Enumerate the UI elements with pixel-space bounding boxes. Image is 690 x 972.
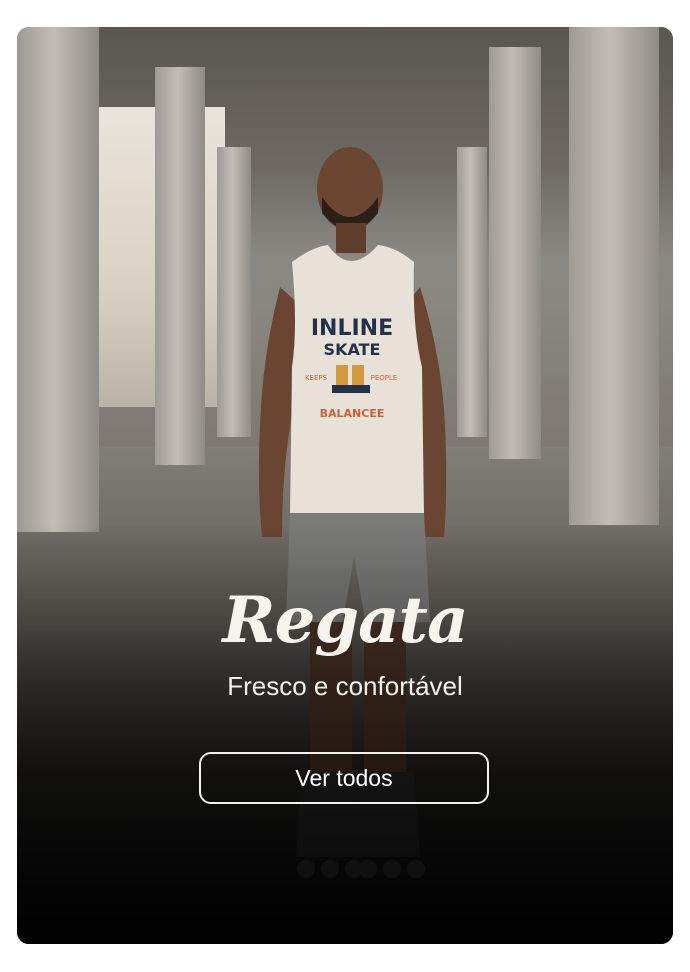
svg-text:INLINE: INLINE: [311, 316, 393, 341]
view-all-button[interactable]: Ver todos: [199, 752, 489, 804]
svg-text:PEOPLE: PEOPLE: [371, 374, 398, 382]
pillar-right: [569, 27, 659, 525]
category-banner-card[interactable]: INLINE SKATE KEEPS PEOPLE BALANCEE Regat…: [17, 27, 673, 944]
pillar-left: [17, 27, 99, 532]
banner-title: Regata: [222, 583, 468, 658]
svg-text:BALANCEE: BALANCEE: [320, 407, 385, 420]
banner-subtitle: Fresco e confortável: [227, 671, 463, 701]
svg-text:KEEPS: KEEPS: [305, 374, 328, 382]
pillar-left-2: [155, 67, 205, 465]
pillar-right-2: [489, 47, 541, 459]
svg-text:SKATE: SKATE: [324, 340, 381, 359]
